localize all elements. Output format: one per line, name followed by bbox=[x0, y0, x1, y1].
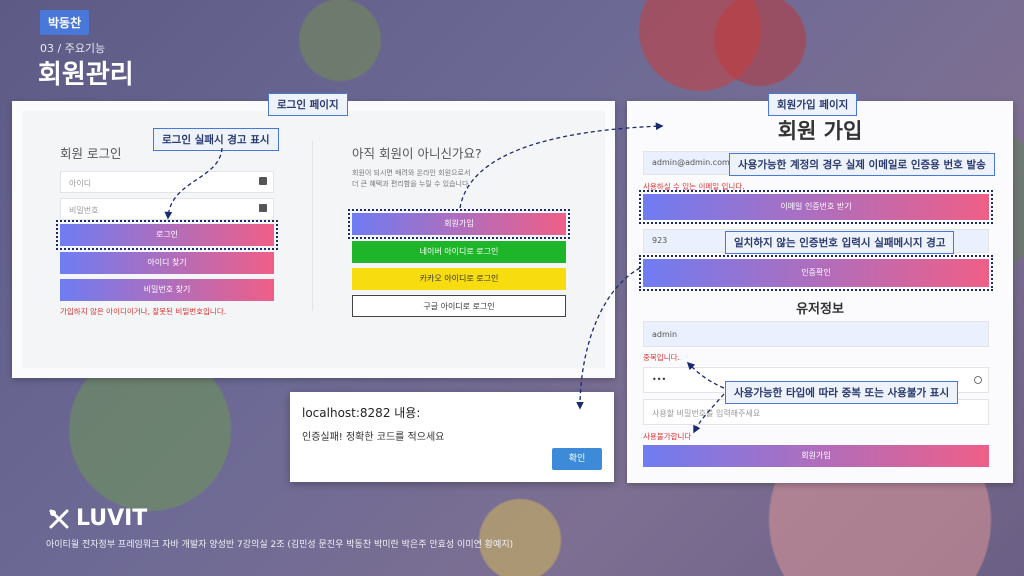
signup-heading: 회원 가입 bbox=[777, 119, 863, 143]
login-button[interactable]: 로그인 bbox=[56, 220, 278, 250]
callout-signup-page: 회원가입 페이지 bbox=[768, 93, 858, 116]
alert-dialog: localhost:8282 내용: 인증실패! 정확한 코드를 적으세요 확인 bbox=[290, 392, 614, 482]
callout-login-page: 로그인 페이지 bbox=[268, 93, 348, 116]
login-heading: 회원 로그인 bbox=[60, 146, 122, 161]
callout-code-mismatch: 일치하지 않는 인증번호 입력시 실패메시지 경고 bbox=[725, 231, 955, 254]
page-title: 회원관리 bbox=[38, 60, 134, 90]
duplicate-text: 중복입니다. bbox=[643, 353, 680, 362]
not-member-desc-2: 더 큰 혜택과 편리함을 누릴 수 있습니다. bbox=[352, 180, 471, 188]
id-input[interactable]: 아이디 bbox=[60, 171, 274, 193]
alert-title: localhost:8282 내용: bbox=[302, 406, 421, 420]
footer-credits: 아이티윌 전자정부 프레임워크 자바 개발자 양성반 7강의실 2조 (김민성 … bbox=[46, 540, 514, 550]
find-password-button[interactable]: 비밀번호 찾기 bbox=[60, 279, 274, 301]
signup-button[interactable]: 회원가입 bbox=[348, 209, 570, 239]
find-id-button[interactable]: 아이디 찾기 bbox=[60, 252, 274, 274]
alert-message: 인증실패! 정확한 코드를 적으세요 bbox=[302, 432, 445, 443]
login-error-text: 가입하지 않은 아이디이거나, 잘못된 비밀번호입니다. bbox=[60, 307, 227, 316]
brand-logo: LUVIT bbox=[48, 506, 147, 531]
send-code-button[interactable]: 이메일 인증번호 받기 bbox=[639, 190, 993, 224]
not-member-desc-1: 회원이 되시면 배려와 온라인 회원으로서 bbox=[352, 169, 471, 177]
callout-login-fail: 로그인 실패시 경고 표시 bbox=[153, 128, 279, 151]
utensils-icon bbox=[49, 509, 69, 528]
username-input[interactable]: admin bbox=[643, 321, 989, 347]
user-info-heading: 유저정보 bbox=[796, 302, 844, 317]
naver-login-button[interactable]: 네이버 아이디로 로그인 bbox=[352, 241, 566, 263]
password-input[interactable]: 비밀번호 bbox=[60, 198, 274, 220]
alert-ok-button[interactable]: 확인 bbox=[552, 448, 602, 470]
signup-submit-button[interactable]: 회원가입 bbox=[643, 445, 989, 467]
eye-icon[interactable] bbox=[974, 376, 982, 384]
login-page-panel: 회원 로그인 아이디 비밀번호 로그인 아이디 찾기 비밀번호 찾기 가입하지 … bbox=[12, 101, 615, 378]
verify-code-button[interactable]: 인증확인 bbox=[639, 255, 993, 291]
email-available-text: 사용하실 수 있는 이메일 입니다. bbox=[643, 182, 745, 191]
brand-name: LUVIT bbox=[76, 506, 148, 531]
callout-duplicate-check: 사용가능한 타입에 따라 중복 또는 사용불가 표시 bbox=[725, 381, 959, 404]
not-member-heading: 아직 회원이 아니신가요? bbox=[352, 146, 482, 161]
kakao-login-button[interactable]: 카카오 아이디로 로그인 bbox=[352, 268, 566, 290]
author-tag: 박동찬 bbox=[40, 10, 90, 35]
unavailable-text: 사용불가합니다 bbox=[643, 432, 692, 441]
login-divider bbox=[312, 141, 313, 311]
user-icon bbox=[259, 177, 267, 185]
callout-email-verification: 사용가능한 계정의 경우 실제 이메일로 인증용 번호 발송 bbox=[729, 153, 995, 176]
lock-icon bbox=[259, 204, 267, 212]
google-login-button[interactable]: 구글 아이디로 로그인 bbox=[352, 295, 566, 317]
